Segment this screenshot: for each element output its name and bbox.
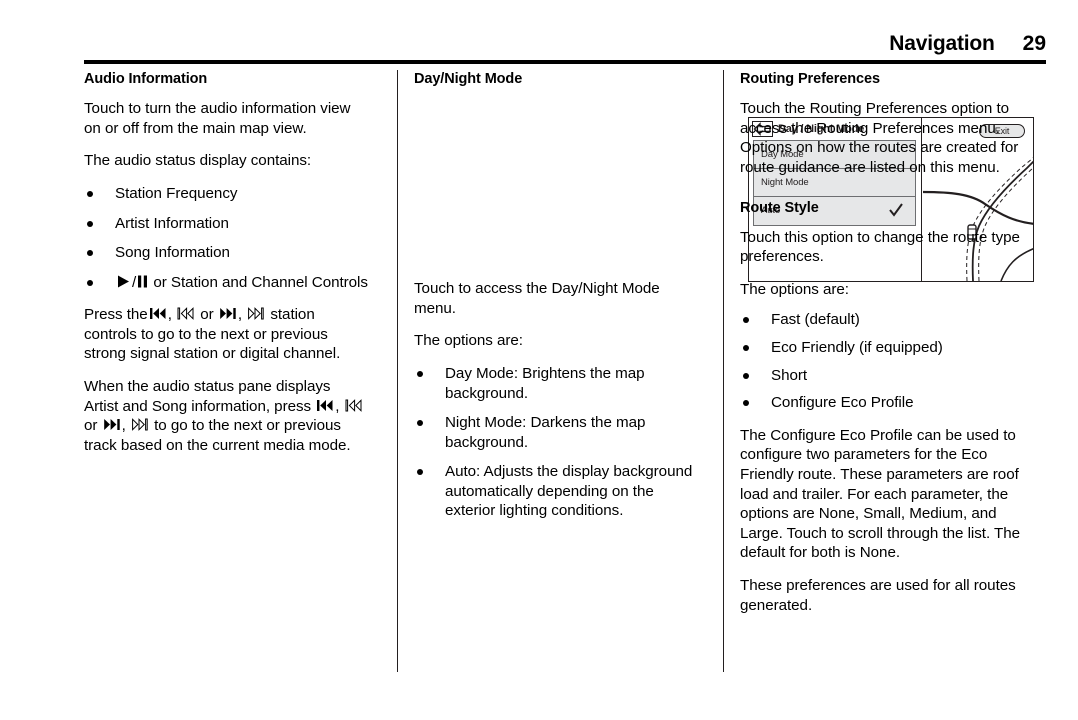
list-item: Artist Information xyxy=(84,214,368,234)
list-item: Day Mode: Brightens the map background. xyxy=(414,364,698,403)
page-title: Navigation xyxy=(889,32,995,55)
text-or-2: or xyxy=(84,417,98,435)
list-item-label: Song Information xyxy=(115,244,230,262)
paragraph-options-are-daynight: The options are: xyxy=(414,332,523,350)
heading-route-style: Route Style xyxy=(740,199,819,216)
bullet-dot-icon xyxy=(417,370,423,377)
list-item: Eco Friendly (if equipped) xyxy=(740,338,1024,358)
list-item-label: Station Frequency xyxy=(115,184,238,202)
paragraph-configure-eco-profile: The Configure Eco Profile can be used to… xyxy=(740,426,1021,562)
paragraph-audio-status-pane: When the audio status pane displays Arti… xyxy=(84,377,368,455)
comma-3: , xyxy=(335,397,340,415)
text-press-the: Press the xyxy=(84,306,148,324)
bullet-dot-icon xyxy=(87,250,93,257)
skip-previous-outline-icon xyxy=(177,306,195,321)
comma-1: , xyxy=(167,306,172,324)
bullet-dot-icon xyxy=(743,372,749,379)
pause-icon xyxy=(137,274,148,289)
list-item: Station Frequency xyxy=(84,184,368,204)
skip-next-filled-icon xyxy=(219,306,237,321)
heading-audio-information: Audio Information xyxy=(84,71,208,87)
page-header: Navigation 29 xyxy=(84,32,1046,56)
list-item: Fast (default) xyxy=(740,310,1024,330)
paragraph-routing-preferences: Touch the Routing Preferences option to … xyxy=(740,100,1019,176)
list-item-label: Night Mode: Darkens the map background. xyxy=(445,414,646,451)
slash-separator: / xyxy=(132,273,137,291)
list-audio-status-items: Station Frequency Artist Information Son… xyxy=(84,184,368,292)
column-divider-1 xyxy=(397,70,398,672)
list-item: Auto: Adjusts the display background aut… xyxy=(414,462,698,521)
comma-2: , xyxy=(237,306,242,324)
skip-previous-filled-icon xyxy=(316,398,334,413)
list-item-label: Day Mode: Brightens the map background. xyxy=(445,364,645,402)
paragraph-route-style: Touch this option to change the route ty… xyxy=(740,228,1020,266)
list-item: Song Information xyxy=(84,243,368,263)
list-item: Configure Eco Profile xyxy=(740,393,1024,413)
list-day-night-options: Day Mode: Brightens the map background. … xyxy=(414,364,698,521)
column-day-night-mode: Day/Night Mode Day / Night Mode Day Mode… xyxy=(414,70,1034,675)
paragraph-audio-status: The audio status display contains: xyxy=(84,152,312,170)
list-item: Short xyxy=(740,366,1024,386)
columns-container: Audio Information Touch to turn the audi… xyxy=(84,70,1046,675)
list-item-label: Eco Friendly (if equipped) xyxy=(771,339,943,356)
list-item: Night Mode: Darkens the map background. xyxy=(414,413,698,452)
manual-page: Navigation 29 Audio Information Touch to … xyxy=(0,0,1078,720)
paragraph-audio-touch: Touch to turn the audio information view… xyxy=(84,100,351,137)
bullet-dot-icon xyxy=(87,220,93,227)
skip-next-outline-icon xyxy=(131,417,149,432)
list-item-label: Short xyxy=(771,366,808,384)
page-number: 29 xyxy=(1022,32,1046,55)
list-item-label: Fast (default) xyxy=(771,311,860,329)
skip-next-filled-icon xyxy=(103,417,121,432)
bullet-dot-icon xyxy=(417,420,423,427)
paragraph-press-station-controls: Press the, or , station controls to go t… xyxy=(84,305,368,364)
bullet-dot-icon xyxy=(743,317,749,324)
text-when-audio-pane: When the audio status pane displays Arti… xyxy=(84,378,331,415)
play-icon xyxy=(116,274,131,289)
skip-previous-filled-icon xyxy=(149,306,167,321)
column-routing-preferences: Routing Preferences Touch the Routing Pr… xyxy=(740,70,1024,675)
skip-next-outline-icon xyxy=(247,306,265,321)
bullet-dot-icon xyxy=(87,279,93,286)
list-item-label: Artist Information xyxy=(115,214,229,232)
paragraph-touch-access-daynight: Touch to access the Day/Night Mode menu. xyxy=(414,280,660,317)
bullet-dot-icon xyxy=(743,345,749,351)
list-item-label: Auto: Adjusts the display background aut… xyxy=(445,463,693,520)
paragraph-preferences-all-routes: These preferences are used for all route… xyxy=(740,576,1016,614)
list-route-style-options: Fast (default) Eco Friendly (if equipped… xyxy=(740,310,1024,412)
skip-previous-outline-icon xyxy=(345,398,363,413)
text-or-1: or xyxy=(200,306,214,324)
column-divider-2 xyxy=(723,70,724,672)
bullet-dot-icon xyxy=(87,190,93,197)
bullet-dot-icon xyxy=(417,469,423,476)
comma-4: , xyxy=(121,417,126,435)
heading-routing-preferences: Routing Preferences xyxy=(740,71,880,87)
list-item-label: Configure Eco Profile xyxy=(771,394,914,412)
heading-day-night-mode: Day/Night Mode xyxy=(414,71,523,87)
screenshot-spacer xyxy=(414,99,698,279)
bullet-dot-icon xyxy=(743,400,749,407)
header-rule xyxy=(84,60,1046,64)
list-item: / or Station and Channel Controls xyxy=(84,273,368,293)
list-item-label: or Station and Channel Controls xyxy=(153,273,368,291)
column-audio-information: Audio Information Touch to turn the audi… xyxy=(84,70,368,675)
paragraph-options-are-routestyle: The options are: xyxy=(740,280,849,298)
